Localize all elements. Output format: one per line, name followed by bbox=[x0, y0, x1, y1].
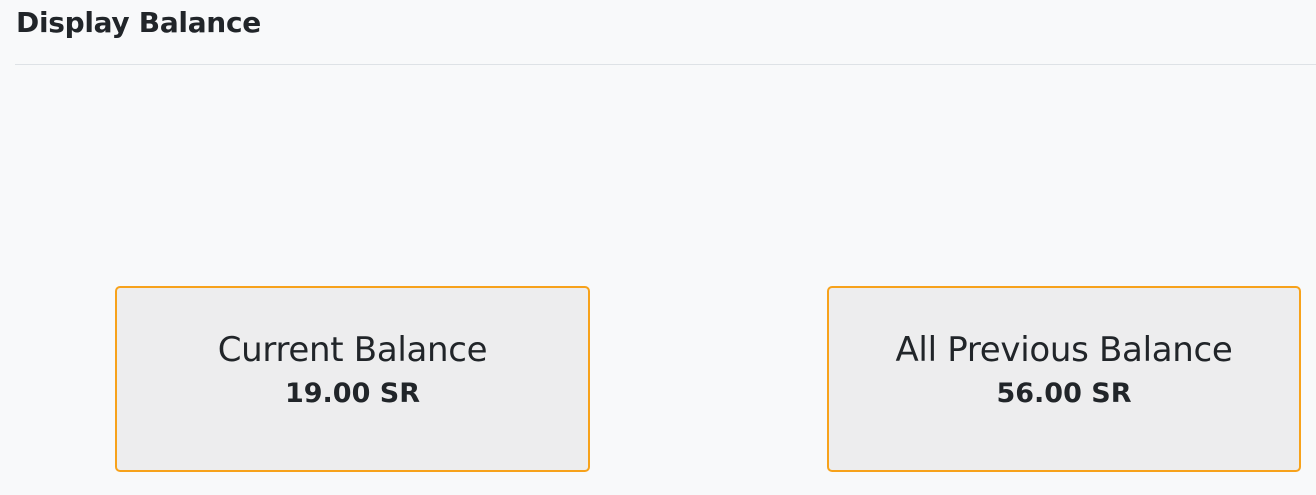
previous-balance-value: 56.00 SR bbox=[996, 378, 1132, 409]
page-header: Display Balance bbox=[15, 0, 1316, 65]
previous-balance-label: All Previous Balance bbox=[895, 330, 1233, 370]
current-balance-card: Current Balance 19.00 SR bbox=[115, 286, 590, 472]
current-balance-value: 19.00 SR bbox=[284, 378, 421, 409]
current-balance-label: Current Balance bbox=[217, 330, 488, 370]
previous-balance-card: All Previous Balance 56.00 SR bbox=[827, 286, 1301, 472]
page-title: Display Balance bbox=[16, 6, 261, 39]
